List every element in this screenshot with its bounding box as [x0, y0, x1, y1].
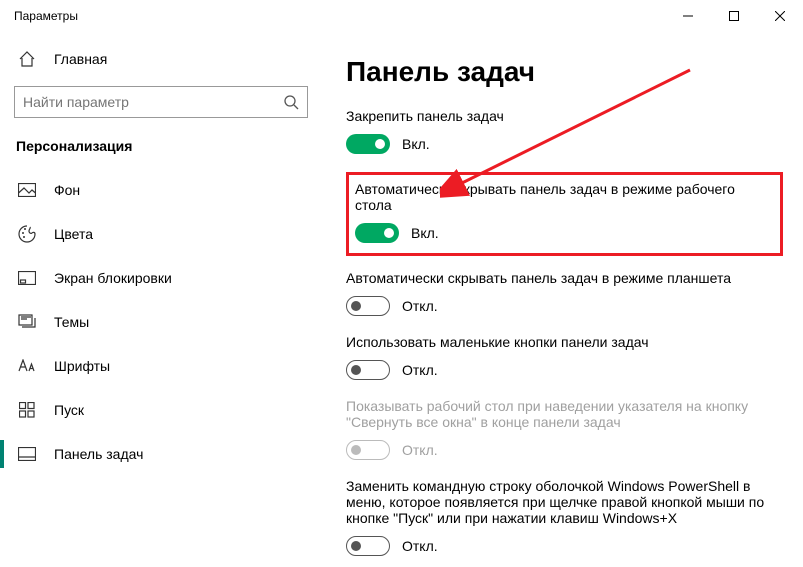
- taskbar-icon: [18, 445, 36, 463]
- setting-label: Автоматически скрывать панель задач в ре…: [355, 181, 772, 213]
- toggle-lock-taskbar[interactable]: [346, 134, 390, 154]
- nav-item-background[interactable]: Фон: [0, 168, 322, 212]
- picture-icon: [18, 181, 36, 199]
- fonts-icon: [18, 357, 36, 375]
- nav-item-colors[interactable]: Цвета: [0, 212, 322, 256]
- themes-icon: [18, 313, 36, 331]
- toggle-status: Откл.: [402, 442, 438, 458]
- nav-item-themes[interactable]: Темы: [0, 300, 322, 344]
- search-box[interactable]: [14, 86, 308, 118]
- toggle-autohide-desktop[interactable]: [355, 223, 399, 243]
- highlight-annotation: Автоматически скрывать панель задач в ре…: [346, 172, 783, 256]
- nav-label: Фон: [54, 182, 80, 198]
- titlebar: Параметры: [0, 0, 803, 32]
- setting-powershell: Заменить командную строку оболочкой Wind…: [346, 478, 783, 556]
- setting-label: Закрепить панель задач: [346, 108, 783, 124]
- toggle-status: Откл.: [402, 538, 438, 554]
- close-button[interactable]: [757, 0, 803, 32]
- nav-label: Темы: [54, 314, 89, 330]
- home-nav-item[interactable]: Главная: [0, 40, 322, 78]
- nav-item-lockscreen[interactable]: Экран блокировки: [0, 256, 322, 300]
- setting-lock-taskbar: Закрепить панель задач Вкл.: [346, 108, 783, 154]
- window-controls: [665, 0, 803, 32]
- nav-label: Шрифты: [54, 358, 110, 374]
- content-area: Панель задач Закрепить панель задач Вкл.…: [322, 32, 803, 567]
- nav-label: Цвета: [54, 226, 93, 242]
- toggle-small-buttons[interactable]: [346, 360, 390, 380]
- minimize-button[interactable]: [665, 0, 711, 32]
- maximize-button[interactable]: [711, 0, 757, 32]
- palette-icon: [18, 225, 36, 243]
- setting-label: Заменить командную строку оболочкой Wind…: [346, 478, 783, 526]
- toggle-autohide-tablet[interactable]: [346, 296, 390, 316]
- lockscreen-icon: [18, 269, 36, 287]
- nav-item-fonts[interactable]: Шрифты: [0, 344, 322, 388]
- window-title: Параметры: [14, 9, 78, 23]
- home-icon: [18, 50, 36, 68]
- toggle-status: Вкл.: [402, 136, 430, 152]
- nav-item-taskbar[interactable]: Панель задач: [0, 432, 322, 476]
- setting-autohide-tablet: Автоматически скрывать панель задач в ре…: [346, 270, 783, 316]
- setting-label: Автоматически скрывать панель задач в ре…: [346, 270, 783, 286]
- nav-label: Панель задач: [54, 446, 143, 462]
- sidebar: Главная Персонализация Фон Цвета: [0, 32, 322, 567]
- setting-label: Использовать маленькие кнопки панели зад…: [346, 334, 783, 350]
- nav-label: Пуск: [54, 402, 84, 418]
- setting-peek-desktop: Показывать рабочий стол при наведении ук…: [346, 398, 783, 460]
- setting-label: Показывать рабочий стол при наведении ук…: [346, 398, 783, 430]
- toggle-status: Откл.: [402, 298, 438, 314]
- search-icon: [283, 94, 299, 110]
- toggle-status: Вкл.: [411, 225, 439, 241]
- nav-label: Экран блокировки: [54, 270, 172, 286]
- search-input[interactable]: [23, 94, 283, 110]
- toggle-powershell[interactable]: [346, 536, 390, 556]
- nav-item-start[interactable]: Пуск: [0, 388, 322, 432]
- toggle-status: Откл.: [402, 362, 438, 378]
- toggle-peek-desktop: [346, 440, 390, 460]
- home-label: Главная: [54, 51, 107, 67]
- setting-small-buttons: Использовать маленькие кнопки панели зад…: [346, 334, 783, 380]
- category-header: Персонализация: [0, 132, 322, 168]
- page-title: Панель задач: [346, 56, 783, 88]
- start-icon: [18, 401, 36, 419]
